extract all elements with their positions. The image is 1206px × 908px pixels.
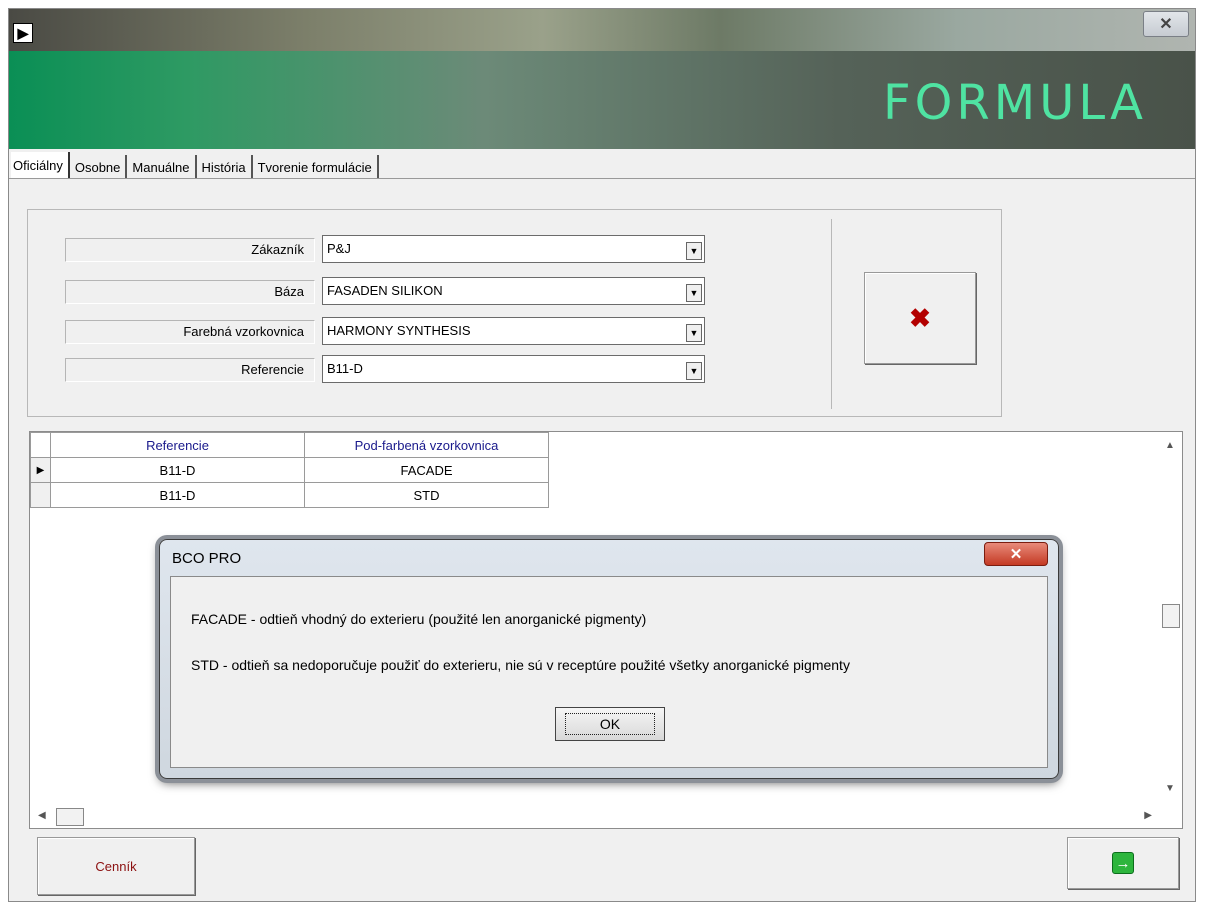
scroll-right-icon[interactable]: ▶ <box>1144 810 1152 821</box>
horizontal-scrollbar[interactable]: ◀ ▶ <box>30 806 1162 828</box>
tab-oficialny[interactable]: Oficiálny <box>11 152 70 179</box>
arrow-right-icon: → <box>1112 852 1134 874</box>
customer-row: Zákazník P&J ▼ <box>65 235 705 265</box>
dialog-message-facade: FACADE - odtieň vhodný do exterieru (pou… <box>191 611 647 627</box>
dialog-body: FACADE - odtieň vhodný do exterieru (pou… <box>170 576 1048 768</box>
row-selector[interactable] <box>30 482 51 508</box>
title-bar: ▶ ✕ <box>9 9 1195 51</box>
row-selector-header <box>30 432 51 458</box>
table-cell-sub[interactable]: FACADE <box>304 457 549 483</box>
column-header-pod-farbena[interactable]: Pod-farbená vzorkovnica <box>304 432 549 458</box>
scroll-left-icon[interactable]: ◀ <box>38 810 46 821</box>
scroll-down-icon[interactable]: ▼ <box>1165 783 1175 794</box>
reference-row: Referencie B11-D ▼ <box>65 355 705 385</box>
app-window: ▶ ✕ FORMULA Oficiálny Osobne Manuálne Hi… <box>8 8 1196 902</box>
table-cell-sub[interactable]: STD <box>304 482 549 508</box>
banner-title: FORMULA <box>883 75 1147 131</box>
table-row[interactable]: B11-D STD <box>30 482 549 508</box>
tab-bar: Oficiálny Osobne Manuálne História Tvore… <box>11 151 379 179</box>
tab-divider <box>9 178 1195 179</box>
table-header-row: Referencie Pod-farbená vzorkovnica <box>30 432 549 458</box>
ok-button[interactable]: OK <box>555 707 665 741</box>
base-value: FASADEN SILIKON <box>327 283 443 298</box>
header-banner: FORMULA <box>9 51 1195 149</box>
table-cell-ref[interactable]: B11-D <box>50 482 305 508</box>
dialog-message-std: STD - odtieň sa nedoporučuje použiť do e… <box>191 657 850 673</box>
base-select[interactable]: FASADEN SILIKON ▼ <box>322 277 705 305</box>
fandeck-row: Farebná vzorkovnica HARMONY SYNTHESIS ▼ <box>65 317 705 347</box>
clear-filters-button[interactable]: ✖ <box>864 272 976 364</box>
row-selector-icon[interactable]: ▶ <box>30 457 51 483</box>
table-cell-ref[interactable]: B11-D <box>50 457 305 483</box>
tab-osobne[interactable]: Osobne <box>69 155 128 179</box>
chevron-down-icon[interactable]: ▼ <box>686 242 702 260</box>
chevron-down-icon[interactable]: ▼ <box>686 324 702 342</box>
reference-label: Referencie <box>65 358 315 382</box>
dialog-title: BCO PRO <box>172 550 242 567</box>
vertical-scroll-thumb[interactable] <box>1162 604 1180 628</box>
delete-icon: ✖ <box>909 302 931 333</box>
reference-value: B11-D <box>327 361 363 376</box>
reference-select[interactable]: B11-D ▼ <box>322 355 705 383</box>
price-list-label: Cenník <box>95 858 137 874</box>
next-button[interactable]: → <box>1067 837 1179 889</box>
scroll-up-icon[interactable]: ▲ <box>1165 440 1175 451</box>
customer-value: P&J <box>327 241 351 256</box>
vertical-scrollbar[interactable]: ▲ ▼ <box>1160 432 1182 806</box>
table-row[interactable]: ▶ B11-D FACADE <box>30 457 549 483</box>
fandeck-value: HARMONY SYNTHESIS <box>327 323 471 338</box>
base-row: Báza FASADEN SILIKON ▼ <box>65 277 705 307</box>
price-list-button[interactable]: Cenník <box>37 837 195 895</box>
customer-select[interactable]: P&J ▼ <box>322 235 705 263</box>
base-label: Báza <box>65 280 315 304</box>
message-dialog: BCO PRO ✕ FACADE - odtieň vhodný do exte… <box>159 539 1059 779</box>
tab-historia[interactable]: História <box>196 155 253 179</box>
window-close-button[interactable]: ✕ <box>1143 11 1189 37</box>
dialog-close-button[interactable]: ✕ <box>984 542 1048 566</box>
chevron-down-icon[interactable]: ▼ <box>686 362 702 380</box>
fandeck-label: Farebná vzorkovnica <box>65 320 315 344</box>
horizontal-scroll-thumb[interactable] <box>56 808 84 826</box>
filter-separator <box>831 219 832 409</box>
tab-tvorenie-formulacie[interactable]: Tvorenie formulácie <box>252 155 379 179</box>
tab-manualne[interactable]: Manuálne <box>127 155 197 179</box>
chevron-down-icon[interactable]: ▼ <box>686 284 702 302</box>
results-table: Referencie Pod-farbená vzorkovnica ▶ B11… <box>30 432 549 508</box>
ok-label: OK <box>564 713 656 735</box>
column-header-referencie[interactable]: Referencie <box>50 432 305 458</box>
fandeck-select[interactable]: HARMONY SYNTHESIS ▼ <box>322 317 705 345</box>
app-menu-icon[interactable]: ▶ <box>13 23 33 43</box>
customer-label: Zákazník <box>65 238 315 262</box>
